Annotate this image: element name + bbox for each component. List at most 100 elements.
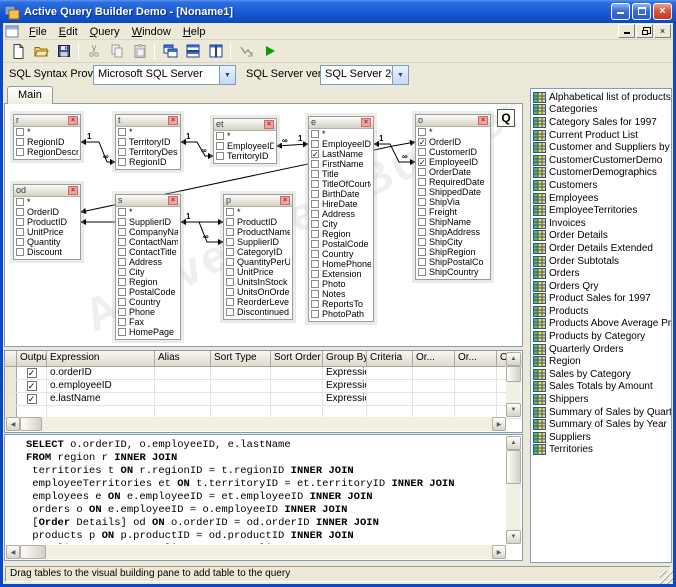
grid-cell[interactable]: [155, 367, 211, 379]
field-row[interactable]: *: [214, 131, 276, 141]
checkbox[interactable]: [118, 148, 126, 156]
close-table-icon[interactable]: ×: [478, 116, 488, 125]
field-row[interactable]: TitleOfCourte: [309, 179, 373, 189]
checkbox[interactable]: [418, 228, 426, 236]
checkbox[interactable]: [226, 258, 234, 266]
checkbox[interactable]: [226, 268, 234, 276]
checkbox[interactable]: [216, 152, 224, 160]
checkbox[interactable]: [118, 138, 126, 146]
row-selector[interactable]: [5, 380, 17, 392]
field-row[interactable]: HireDate: [309, 199, 373, 209]
field-row[interactable]: CustomerID: [416, 147, 490, 157]
list-item[interactable]: Order Subtotals: [533, 255, 671, 268]
mdi-close-button[interactable]: ×: [654, 24, 671, 38]
checkbox[interactable]: [418, 168, 426, 176]
menu-edit[interactable]: Edit: [53, 25, 84, 39]
list-item[interactable]: Order Details Extended: [533, 242, 671, 255]
checkbox[interactable]: [311, 220, 319, 228]
grid-cell[interactable]: [155, 380, 211, 392]
field-row[interactable]: PostalCode: [309, 239, 373, 249]
table-et[interactable]: et×*EmployeeIDTerritoryID: [213, 118, 277, 164]
copy-button[interactable]: [105, 41, 128, 62]
list-item[interactable]: Categories: [533, 104, 671, 117]
checkbox[interactable]: [226, 298, 234, 306]
field-row[interactable]: ✓LastName: [309, 149, 373, 159]
field-row[interactable]: ShippedDate: [416, 187, 490, 197]
field-row[interactable]: HomePage: [116, 327, 180, 337]
field-row[interactable]: TerritoryID: [116, 137, 180, 147]
minimize-button[interactable]: [611, 3, 630, 20]
grid-cell[interactable]: [271, 393, 323, 405]
list-item[interactable]: Region: [533, 355, 671, 368]
scroll-left-icon[interactable]: ◀: [6, 417, 20, 431]
field-row[interactable]: Country: [116, 297, 180, 307]
checkbox[interactable]: [118, 128, 126, 136]
row-selector[interactable]: [5, 393, 17, 405]
grid-cell[interactable]: [367, 393, 413, 405]
table-o[interactable]: o×*✓OrderIDCustomerID✓EmployeeIDOrderDat…: [415, 114, 491, 280]
field-row[interactable]: ReportsTo: [309, 299, 373, 309]
menu-window[interactable]: Window: [126, 25, 177, 39]
grid-cell[interactable]: [155, 393, 211, 405]
table-od[interactable]: od×*OrderIDProductIDUnitPriceQuantityDis…: [13, 184, 81, 260]
grid-row[interactable]: ✓o.orderIDExpression: [5, 367, 522, 380]
checkbox[interactable]: [118, 158, 126, 166]
checkbox[interactable]: [311, 180, 319, 188]
list-item[interactable]: Summary of Sales by Year: [533, 418, 671, 431]
scroll-right-icon[interactable]: ▶: [492, 545, 506, 559]
field-row[interactable]: PostalCode: [116, 287, 180, 297]
table-header-r[interactable]: r×: [14, 115, 80, 127]
close-table-icon[interactable]: ×: [264, 120, 274, 129]
server-version-select[interactable]: SQL Server 2000 ▼: [320, 65, 409, 85]
checkbox[interactable]: [118, 228, 126, 236]
checkbox[interactable]: [118, 208, 126, 216]
field-row[interactable]: Region: [309, 229, 373, 239]
field-row[interactable]: ShipPostalCo: [416, 257, 490, 267]
table-header-et[interactable]: et×: [214, 119, 276, 131]
field-row[interactable]: Discount: [14, 247, 80, 257]
checkbox[interactable]: [226, 278, 234, 286]
checkbox[interactable]: [418, 198, 426, 206]
grid-cell[interactable]: [413, 393, 455, 405]
field-row[interactable]: *: [116, 207, 180, 217]
field-row[interactable]: UnitPrice: [224, 267, 292, 277]
list-item[interactable]: Summary of Sales by Quarter: [533, 406, 671, 419]
checkbox[interactable]: [226, 238, 234, 246]
grid-cell[interactable]: [455, 380, 497, 392]
checkbox[interactable]: [418, 258, 426, 266]
checkbox[interactable]: [118, 248, 126, 256]
field-row[interactable]: *: [309, 129, 373, 139]
list-item[interactable]: CustomerCustomerDemo: [533, 154, 671, 167]
field-row[interactable]: TerritoryID: [214, 151, 276, 161]
field-row[interactable]: QuantityPerU: [224, 257, 292, 267]
field-row[interactable]: SupplierID: [116, 217, 180, 227]
checkbox[interactable]: [226, 218, 234, 226]
checkbox[interactable]: [16, 148, 24, 156]
checkbox[interactable]: [118, 238, 126, 246]
field-row[interactable]: RequiredDate: [416, 177, 490, 187]
checkbox[interactable]: [418, 268, 426, 276]
field-row[interactable]: HomePhone: [309, 259, 373, 269]
field-row[interactable]: CompanyNam: [116, 227, 180, 237]
scroll-down-icon[interactable]: ▼: [506, 403, 521, 417]
grid-cell[interactable]: [367, 380, 413, 392]
tile-vertical-button[interactable]: [204, 41, 227, 62]
checkbox[interactable]: [311, 210, 319, 218]
field-row[interactable]: RegionID: [116, 157, 180, 167]
list-item[interactable]: EmployeeTerritories: [533, 204, 671, 217]
paste-button[interactable]: [128, 41, 151, 62]
field-row[interactable]: UnitsOnOrde: [224, 287, 292, 297]
tab-main[interactable]: Main: [7, 86, 53, 104]
checkbox[interactable]: [311, 270, 319, 278]
field-row[interactable]: Freight: [416, 207, 490, 217]
list-item[interactable]: Sales Totals by Amount: [533, 381, 671, 394]
checkbox[interactable]: [118, 278, 126, 286]
checkbox[interactable]: [118, 328, 126, 336]
checkbox[interactable]: [311, 290, 319, 298]
cut-button[interactable]: [82, 41, 105, 62]
field-row[interactable]: ShipRegion: [416, 247, 490, 257]
list-item[interactable]: Product Sales for 1997: [533, 293, 671, 306]
sql-hscrollbar[interactable]: ◀▶: [6, 545, 506, 559]
table-p[interactable]: p×*ProductIDProductNameSupplierIDCategor…: [223, 194, 293, 320]
table-header-t[interactable]: t×: [116, 115, 180, 127]
